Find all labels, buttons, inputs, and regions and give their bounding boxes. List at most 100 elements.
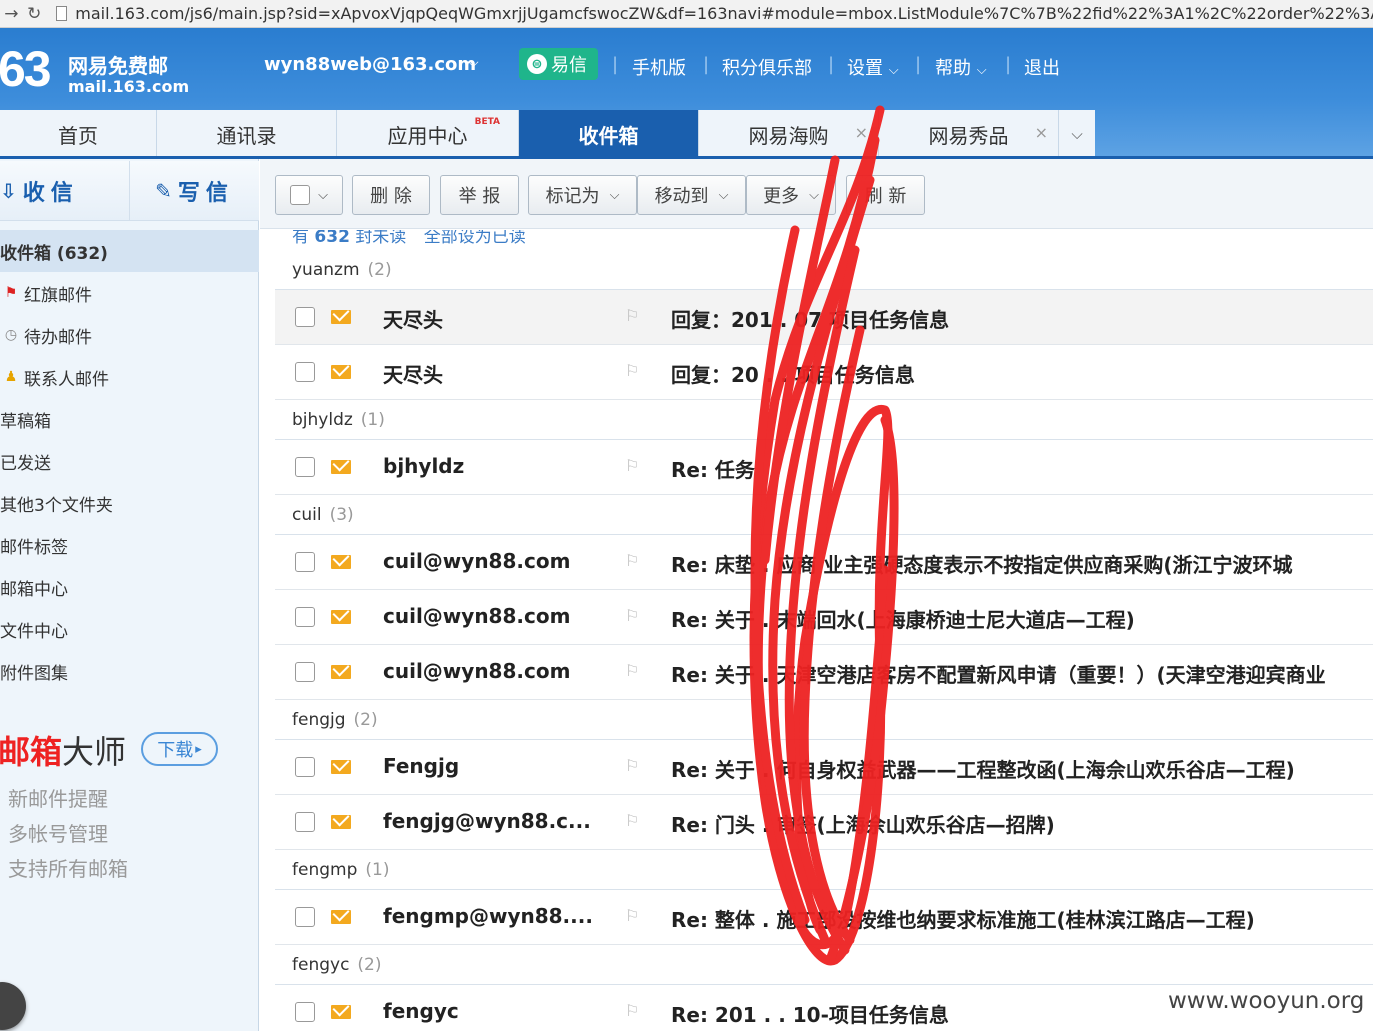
tab-contacts[interactable]: 通讯录 <box>157 110 337 158</box>
group-count: (1) <box>365 859 390 880</box>
mail-checkbox[interactable] <box>295 362 315 382</box>
group-count: (1) <box>360 409 385 430</box>
folder-others[interactable]: 其他3个文件夹 <box>0 482 259 524</box>
folder-file-center[interactable]: 文件中心 <box>0 608 259 650</box>
separator: | <box>828 54 835 75</box>
folder-tags[interactable]: 邮件标签 <box>0 524 259 566</box>
yixin-button[interactable]: ⊜ 易信 <box>519 48 598 80</box>
clock-icon: ◷ <box>4 327 18 343</box>
folder-red-flag[interactable]: ⚑ 红旗邮件 <box>0 272 259 314</box>
browser-address-bar: → ↻ mail.163.com/js6/main.jsp?sid=xApvox… <box>0 0 1373 28</box>
folder-todo[interactable]: ◷ 待办邮件 <box>0 314 259 356</box>
flag-icon[interactable]: ⚐ <box>625 551 639 570</box>
url-field[interactable]: mail.163.com/js6/main.jsp?sid=xApvoxVjqp… <box>75 4 1373 23</box>
mail-checkbox[interactable] <box>295 457 315 477</box>
group-sender: fengyc <box>292 954 350 975</box>
tab-inbox[interactable]: 收件箱 <box>519 110 699 158</box>
logo-number: 63 <box>0 41 52 97</box>
mail-checkbox[interactable] <box>295 307 315 327</box>
forward-icon[interactable]: → <box>0 0 23 28</box>
folder-inbox[interactable]: 收件箱 (632) <box>0 230 259 272</box>
folder-list: 收件箱 (632) ⚑ 红旗邮件 ◷ 待办邮件 ♟ 联系人邮件 草稿箱 已发送 其他3… <box>0 230 259 692</box>
unread-suffix[interactable]: 封未读 <box>355 230 406 247</box>
link-help[interactable]: 帮助 ⌵ <box>935 54 987 80</box>
mail-subject: Re: 201 . . 10-项目任务信息 <box>671 1003 949 1027</box>
receive-button[interactable]: ⇩ 收信 <box>0 161 130 220</box>
mail-checkbox[interactable] <box>295 757 315 777</box>
mail-checkbox[interactable] <box>295 907 315 927</box>
select-all-dropdown[interactable]: ⌵ <box>275 175 343 215</box>
group-sender: fengmp <box>292 859 358 880</box>
compose-icon: ✎ <box>155 178 172 203</box>
mail-checkbox[interactable] <box>295 607 315 627</box>
watermark: www.wooyun.org <box>1168 988 1365 1014</box>
tab-app-center[interactable]: 应用中心 BETA <box>337 110 519 158</box>
flag-icon[interactable]: ⚐ <box>625 306 639 325</box>
promo-download-button[interactable]: 下载 ▸ <box>141 732 218 766</box>
flag-icon[interactable]: ⚐ <box>625 661 639 680</box>
tab-label: 通讯录 <box>216 123 277 148</box>
group-count: (2) <box>367 259 392 280</box>
mail-checkbox[interactable] <box>295 552 315 572</box>
reload-icon[interactable]: ↻ <box>23 0 46 28</box>
chevron-down-icon[interactable]: ⌵ <box>468 55 479 71</box>
unread-envelope-icon <box>331 610 351 624</box>
compose-label: 写信 <box>177 180 234 206</box>
separator: | <box>1005 54 1012 75</box>
folder-label: 文件中心 <box>0 621 68 642</box>
mark-as-button[interactable]: 标记为 ⌵ <box>528 175 637 215</box>
flag-icon[interactable]: ⚐ <box>625 756 639 775</box>
tab-label: 首页 <box>58 123 98 148</box>
flag-icon[interactable]: ⚐ <box>625 361 639 380</box>
tab-wangyi-xiupin[interactable]: 网易秀品 × <box>879 110 1059 158</box>
chevron-down-icon: ⌵ <box>1071 125 1083 143</box>
flag-icon[interactable]: ⚐ <box>625 1001 639 1020</box>
chevron-down-icon: ⌵ <box>609 187 620 203</box>
link-mobile[interactable]: 手机版 <box>632 54 686 80</box>
yixin-label: 易信 <box>551 55 587 76</box>
receive-label: 收信 <box>22 180 79 206</box>
tab-home[interactable]: 首页 <box>0 110 157 158</box>
flag-icon[interactable]: ⚐ <box>625 456 639 475</box>
app-launcher-icon[interactable] <box>0 982 26 1030</box>
tab-label: 应用中心 <box>387 123 468 148</box>
mail-checkbox[interactable] <box>295 662 315 682</box>
chevron-down-icon: ⌵ <box>976 63 987 78</box>
mail-from: 天尽头 <box>383 363 443 387</box>
tab-label: 收件箱 <box>578 123 639 148</box>
promo-line: 新邮件提醒 <box>8 787 108 811</box>
folder-label: 收件箱 (632) <box>0 243 108 264</box>
folder-sent[interactable]: 已发送 <box>0 440 259 482</box>
folder-contacts-mail[interactable]: ♟ 联系人邮件 <box>0 356 259 398</box>
download-icon: ⇩ <box>0 178 17 203</box>
tabs-more-button[interactable]: ⌵ <box>1059 110 1095 158</box>
folder-mail-center[interactable]: 邮箱中心 <box>0 566 259 608</box>
mail-checkbox[interactable] <box>295 812 315 832</box>
group-sender: yuanzm <box>292 259 360 280</box>
move-to-button[interactable]: 移动到 ⌵ <box>637 175 746 215</box>
folder-attachments[interactable]: 附件图集 <box>0 650 259 692</box>
unread-count: 632 <box>314 230 350 247</box>
select-all-checkbox[interactable] <box>290 185 311 205</box>
main-tabs: 首页 通讯录 应用中心 BETA 收件箱 网易海购 × 网易秀品 × ⌵ <box>0 110 1095 158</box>
link-logout[interactable]: 退出 <box>1024 54 1060 80</box>
flag-icon[interactable]: ⚐ <box>625 811 639 830</box>
close-icon[interactable]: × <box>1035 123 1048 142</box>
flag-icon[interactable]: ⚐ <box>625 606 639 625</box>
mark-all-read-link[interactable]: 全部设为已读 <box>424 230 526 247</box>
mail-checkbox[interactable] <box>295 1002 315 1022</box>
red-flag-icon: ⚑ <box>4 285 18 301</box>
compose-button[interactable]: ✎ 写信 <box>130 161 259 220</box>
folder-drafts[interactable]: 草稿箱 <box>0 398 259 440</box>
delete-button[interactable]: 删 除 <box>352 175 430 215</box>
flag-icon[interactable]: ⚐ <box>625 906 639 925</box>
sidebar-actions: ⇩ 收信 ✎ 写信 <box>0 161 259 221</box>
link-settings[interactable]: 设置 ⌵ <box>847 54 899 80</box>
group-sender: cuil <box>292 504 322 525</box>
mail-from: cuil@wyn88.com <box>383 604 571 628</box>
yixin-icon: ⊜ <box>527 54 547 74</box>
report-button[interactable]: 举 报 <box>440 175 519 215</box>
link-points-club[interactable]: 积分俱乐部 <box>722 54 812 80</box>
account-name[interactable]: wyn88web@163.com <box>264 54 476 75</box>
unread-envelope-icon <box>331 815 351 829</box>
